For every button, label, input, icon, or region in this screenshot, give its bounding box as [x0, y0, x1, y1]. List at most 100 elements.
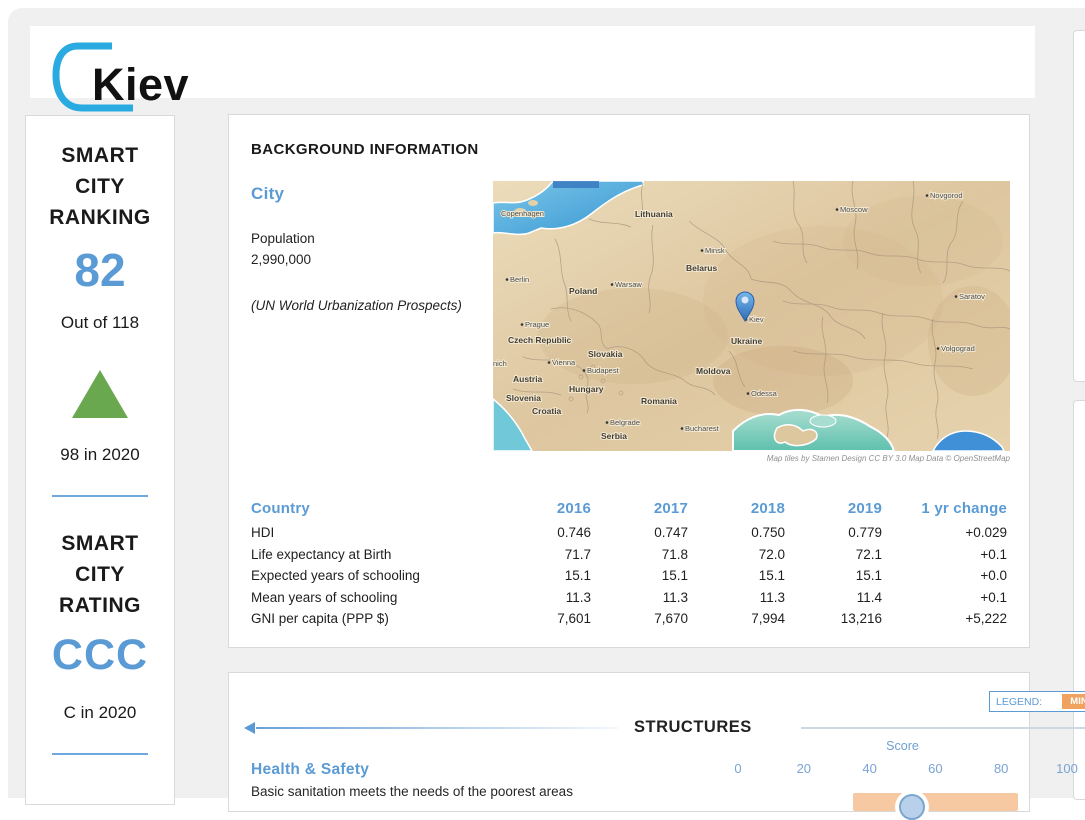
- next-page-panel-edge: [1073, 30, 1085, 382]
- hdi-row-label: Mean years of schooling: [251, 589, 398, 605]
- map-city-dot: [605, 421, 609, 424]
- hdi-column-header: 2016: [556, 499, 591, 517]
- score-tick-label: 80: [993, 761, 1009, 776]
- hdi-row-label: Life expectancy at Birth: [251, 546, 392, 562]
- score-tick-label: 40: [862, 761, 877, 776]
- hdi-table-row: Life expectancy at Birth 71.7 71.8 72.0 72.1…: [251, 544, 1007, 566]
- hdi-column-header: 2018: [750, 499, 785, 517]
- hdi-row-label: HDI: [251, 525, 275, 541]
- hdi-cell: 72.1: [855, 546, 882, 562]
- map-country-label: Austria: [513, 374, 543, 384]
- map-country-label: Poland: [569, 286, 597, 296]
- map-country-label: Slovakia: [588, 349, 623, 359]
- hdi-table-header: Country 2016 2017 2018 2019 1 yr change: [251, 496, 1007, 520]
- source-note: (UN World Urbanization Prospects): [251, 298, 462, 313]
- divider: [52, 495, 148, 497]
- hdi-cell: 72.0: [758, 546, 785, 562]
- map-city-dot: [582, 369, 586, 372]
- hdi-cell: +0.0: [980, 568, 1007, 584]
- map-city-label: Budapest: [587, 366, 620, 375]
- rating-previous: C in 2020: [63, 703, 137, 722]
- score-tick-label: 0: [734, 761, 742, 776]
- page-title: Kiev: [92, 59, 190, 110]
- legend-label: LEGEND:: [996, 695, 1043, 708]
- legend-min-chip: MIN: [1062, 694, 1085, 709]
- map-city-dot: [520, 323, 524, 326]
- map-attribution: Map tiles by Stamen Design CC BY 3.0 Map…: [766, 454, 1010, 463]
- hdi-cell: +5,222: [965, 611, 1007, 627]
- map-city-label: Belgrade: [610, 418, 640, 427]
- map-city-label: nich: [493, 359, 507, 368]
- hdi-cell: 11.3: [662, 589, 688, 605]
- map-image: Lithuania Belarus Poland Czech Republic Slov…: [493, 181, 1010, 451]
- map-city-dot: [954, 295, 958, 298]
- location-map: Lithuania Belarus Poland Czech Republic Slov…: [493, 181, 1010, 451]
- hdi-cell: 11.4: [856, 589, 882, 605]
- nav-arrow-line: [256, 727, 618, 729]
- map-city-label: Vienna: [552, 358, 576, 367]
- map-city-label: Volgograd: [941, 344, 975, 353]
- map-city-label: Prague: [525, 320, 549, 329]
- population-label: Population: [251, 231, 315, 246]
- map-country-label: Romania: [641, 396, 677, 406]
- map-city-dot: [610, 283, 614, 286]
- category-health-safety: Health & Safety: [251, 761, 370, 778]
- rating-value: CCC: [51, 631, 149, 679]
- next-page-panel-edge-2: [1073, 400, 1085, 800]
- structures-panel: LEGEND: MIN STRUCTURES Score 0 20 40 60 80 10…: [228, 672, 1085, 820]
- map-country-label: Belarus: [686, 263, 717, 273]
- divider: [52, 753, 148, 755]
- map-city-label: Saratov: [959, 292, 985, 301]
- hdi-cell: 71.7: [564, 546, 591, 562]
- hdi-cell: 0.779: [848, 525, 882, 541]
- map-city-dot: [700, 249, 704, 252]
- hdi-cell: 15.1: [661, 568, 688, 584]
- hdi-cell: 11.3: [759, 589, 785, 605]
- hdi-cell: +0.1: [980, 546, 1007, 562]
- map-country-label: Czech Republic: [508, 335, 572, 345]
- map-country-label: Serbia: [601, 431, 627, 441]
- hdi-column-header: 2017: [653, 499, 688, 517]
- map-city-dot: [547, 361, 551, 364]
- hdi-table-row: Mean years of schooling 11.3 11.3 11.3 11.4 +…: [251, 587, 1007, 609]
- previous-section-arrow[interactable]: [244, 722, 255, 734]
- map-city-dot: [746, 392, 750, 395]
- map-country-label: Moldova: [696, 366, 731, 376]
- background-information-panel: BACKGROUND INFORMATION City Population 2…: [228, 114, 1030, 648]
- hdi-cell: 7,994: [751, 611, 785, 627]
- map-city-dot: [925, 194, 929, 197]
- city-heading: City: [251, 184, 285, 203]
- hdi-cell: 11.3: [565, 589, 591, 605]
- map-country-label: Lithuania: [635, 209, 673, 219]
- hdi-cell: 13,216: [840, 611, 882, 627]
- hdi-table-row: Expected years of schooling 15.1 15.1 15.1 1…: [251, 565, 1007, 587]
- map-city-label: Odessa: [751, 389, 778, 398]
- structures-title: STRUCTURES: [634, 718, 752, 736]
- hdi-column-header: Country: [251, 499, 310, 517]
- map-city-dot: [680, 427, 684, 430]
- hdi-cell: 15.1: [564, 568, 591, 584]
- score-tick-label: 60: [928, 761, 943, 776]
- ranking-total: Out of 118: [60, 313, 140, 332]
- population-value: 2,990,000: [251, 252, 312, 267]
- map-city-dot: [835, 208, 839, 211]
- hdi-cell: 0.746: [557, 525, 591, 541]
- hdi-cell: 7,670: [654, 611, 688, 627]
- hdi-row-label: Expected years of schooling: [251, 568, 420, 584]
- section-title: BACKGROUND INFORMATION: [251, 141, 479, 158]
- map-country-label: Hungary: [569, 384, 604, 394]
- map-city-label: Bucharest: [685, 424, 720, 433]
- ranking-title: SMART CITY RANKING: [49, 144, 151, 229]
- map-country-label: Slovenia: [506, 393, 541, 403]
- hdi-column-header: 2019: [847, 499, 882, 517]
- triangle-up-icon: [72, 370, 128, 418]
- score-range-bar: [853, 793, 1018, 811]
- map-country-label: Ukraine: [731, 336, 762, 346]
- hdi-cell: 0.747: [654, 525, 688, 541]
- rating-title: SMART CITY RATING: [59, 532, 141, 617]
- hdi-column-header: 1 yr change: [921, 499, 1007, 517]
- map-city-label: Warsaw: [615, 280, 642, 289]
- hdi-cell: 7,601: [557, 611, 591, 627]
- header-bar: Kiev: [30, 26, 1035, 112]
- map-country-label: Croatia: [532, 406, 562, 416]
